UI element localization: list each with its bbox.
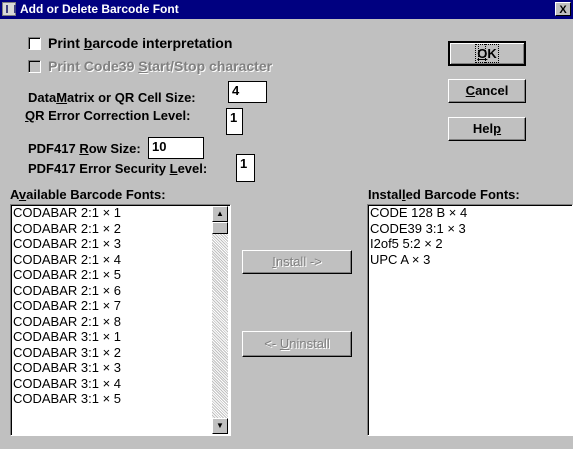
pdf417-row-size-label: PDF417 Row Size:	[28, 141, 141, 156]
list-item[interactable]: CODABAR 2:1 × 7	[11, 298, 230, 314]
scroll-thumb[interactable]	[212, 222, 228, 234]
list-item[interactable]: CODABAR 2:1 × 6	[11, 283, 230, 299]
list-item[interactable]: CODE 128 B × 4	[368, 205, 572, 221]
print-interpretation-label[interactable]: Print barcode interpretation	[48, 35, 232, 51]
list-item[interactable]: CODABAR 3:1 × 2	[11, 345, 230, 361]
pdf417-security-level-label: PDF417 Error Security Level:	[28, 161, 208, 176]
list-item[interactable]: CODABAR 3:1 × 4	[11, 376, 230, 392]
list-item[interactable]: CODABAR 3:1 × 1	[11, 329, 230, 345]
scroll-down-button[interactable]: ▼	[212, 418, 228, 434]
cancel-button[interactable]: Cancel	[448, 79, 526, 103]
cell-size-input[interactable]: 4	[228, 81, 267, 103]
list-item[interactable]: I2of5 5:2 × 2	[368, 236, 572, 252]
list-item[interactable]: CODABAR 2:1 × 2	[11, 221, 230, 237]
install-button[interactable]: Install ->	[242, 250, 352, 274]
list-item[interactable]: CODABAR 3:1 × 3	[11, 360, 230, 376]
list-item[interactable]: CODABAR 2:1 × 3	[11, 236, 230, 252]
pdf417-security-level-input[interactable]: 1	[236, 154, 255, 182]
list-item[interactable]: CODABAR 2:1 × 4	[11, 252, 230, 268]
installed-fonts-list[interactable]: CODE 128 B × 4 CODE39 3:1 × 3 I2of5 5:2 × …	[367, 204, 573, 436]
help-button[interactable]: Help	[448, 117, 526, 141]
list-item[interactable]: UPC A × 3	[368, 252, 572, 268]
close-button[interactable]: X	[555, 2, 571, 16]
available-fonts-scrollbar[interactable]: ▲ ▼	[212, 206, 228, 434]
print-interpretation-checkbox[interactable]	[28, 37, 41, 50]
qr-error-correction-input[interactable]: 1	[226, 108, 243, 135]
uninstall-button[interactable]: <- Uninstall	[242, 331, 352, 357]
scroll-up-button[interactable]: ▲	[212, 206, 228, 222]
print-code39-startstop-label: Print Code39 Start/Stop character	[48, 58, 273, 74]
available-fonts-list[interactable]: CODABAR 2:1 × 1 CODABAR 2:1 × 2 CODABAR 2:…	[10, 204, 231, 436]
cell-size-label: DataMatrix or QR Cell Size:	[28, 90, 196, 105]
available-fonts-label: Available Barcode Fonts:	[10, 187, 166, 202]
app-icon[interactable]	[2, 2, 16, 16]
list-item[interactable]: CODABAR 2:1 × 1	[11, 205, 230, 221]
qr-error-correction-label: QR Error Correction Level:	[25, 108, 191, 123]
installed-fonts-label: Installed Barcode Fonts:	[368, 187, 520, 202]
pdf417-row-size-input[interactable]: 10	[148, 137, 204, 159]
title-bar: Add or Delete Barcode Font X	[0, 0, 573, 19]
print-code39-startstop-checkbox	[28, 60, 41, 73]
list-item[interactable]: CODE39 3:1 × 3	[368, 221, 572, 237]
list-item[interactable]: CODABAR 2:1 × 5	[11, 267, 230, 283]
window-title: Add or Delete Barcode Font	[20, 2, 179, 16]
list-item[interactable]: CODABAR 3:1 × 5	[11, 391, 230, 407]
list-item[interactable]: CODABAR 2:1 × 8	[11, 314, 230, 330]
ok-button[interactable]: OK	[448, 41, 526, 66]
